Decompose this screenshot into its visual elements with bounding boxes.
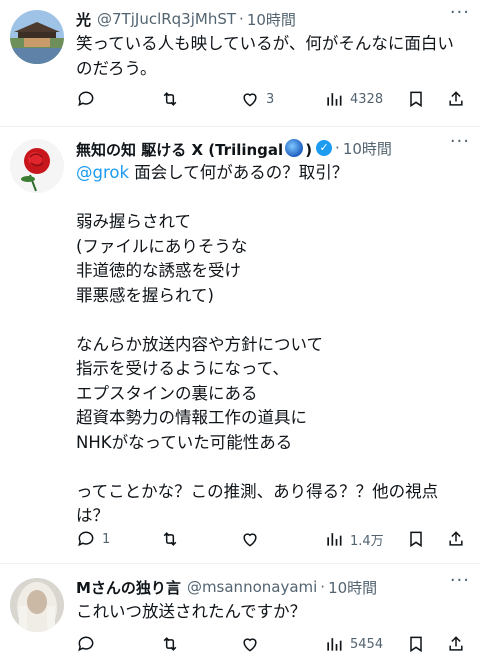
retweet-button[interactable] xyxy=(160,89,186,109)
share-button[interactable] xyxy=(446,634,466,654)
tweet-text-first-line: @grok 面会して何があるの？取引？ xyxy=(76,161,466,186)
share-icon xyxy=(449,531,463,546)
retweet-icon xyxy=(163,532,177,546)
reply-icon xyxy=(78,531,94,547)
tweet-actions: 1 1.4万 xyxy=(76,529,472,553)
bookmark-icon xyxy=(410,531,422,548)
tweet-text: 笑っている人も映しているが、何がそんなに面白いのだろう。 xyxy=(76,34,454,78)
like-icon xyxy=(243,638,257,652)
share-button[interactable] xyxy=(446,89,466,109)
tweet-text: 弱み握らされて (ファイルにありそうな 非道徳的な誘惑を受け 罪悪感を握られて)… xyxy=(76,212,439,525)
more-icon[interactable]: ··· xyxy=(450,2,470,23)
bookmark-button[interactable] xyxy=(406,529,426,549)
share-icon xyxy=(449,636,463,651)
mention-link[interactable]: @grok xyxy=(76,163,129,182)
like-button[interactable] xyxy=(240,634,266,654)
bookmark-button[interactable] xyxy=(406,634,426,654)
retweet-icon xyxy=(163,92,177,106)
handle[interactable]: @msannonayami xyxy=(187,578,317,596)
tweet-3-header: Mさんの独り言 @msannonayami · 10時間 xyxy=(76,574,440,600)
display-name-text: 無知の知 駆ける X (Trilingal xyxy=(76,140,284,159)
tweet-actions: 3 4328 xyxy=(76,89,472,113)
views-button[interactable]: 5454 xyxy=(324,634,383,654)
bookmark-button[interactable] xyxy=(406,89,426,109)
bookmark-icon xyxy=(410,636,422,653)
tweet-text-after-mention: 面会して何があるの？取引？ xyxy=(129,163,349,182)
views-icon xyxy=(327,93,342,106)
views-button[interactable]: 4328 xyxy=(324,89,383,109)
avatar-2[interactable] xyxy=(10,139,64,193)
tweet-1-header: 光 @7TjJuclRq3jMhST · 10時間 xyxy=(76,6,440,32)
avatar-1[interactable] xyxy=(10,10,64,64)
tweet-2-header: 無知の知 駆ける X (Trilingal) ✓ · 10時間 xyxy=(76,135,440,161)
dot-separator: · xyxy=(335,139,340,157)
views-count: 1.4万 xyxy=(350,533,384,549)
tweet-1[interactable]: 光 @7TjJuclRq3jMhST · 10時間 ··· 笑っている人も映して… xyxy=(0,0,480,125)
more-icon[interactable]: ··· xyxy=(450,570,470,591)
like-count: 3 xyxy=(266,91,275,107)
display-name[interactable]: 無知の知 駆ける X (Trilingal) xyxy=(76,137,312,160)
tweet-2[interactable]: 無知の知 駆ける X (Trilingal) ✓ · 10時間 ··· @gro… xyxy=(0,127,480,562)
views-icon xyxy=(327,638,342,651)
retweet-button[interactable] xyxy=(160,529,186,549)
like-icon xyxy=(243,93,257,107)
dot-separator: · xyxy=(239,10,244,28)
like-icon xyxy=(243,533,257,547)
reply-button[interactable] xyxy=(76,89,102,109)
dot-separator: · xyxy=(320,578,326,596)
timestamp[interactable]: 10時間 xyxy=(247,9,296,30)
share-button[interactable] xyxy=(446,529,466,549)
display-name[interactable]: 光 xyxy=(76,9,91,30)
reply-button[interactable]: 1 xyxy=(76,529,110,549)
like-button[interactable] xyxy=(240,529,266,549)
bookmark-icon xyxy=(410,91,422,108)
share-icon xyxy=(449,91,463,106)
tweet-3[interactable]: Mさんの独り言 @msannonayami · 10時間 ··· これいつ放送さ… xyxy=(0,564,480,665)
tweet-text: これいつ放送されたんですか？ xyxy=(76,602,307,621)
globe-emoji-icon xyxy=(285,138,304,157)
timestamp[interactable]: 10時間 xyxy=(328,577,377,598)
views-icon xyxy=(327,533,342,546)
verified-badge-icon[interactable]: ✓ xyxy=(316,140,333,156)
reply-button[interactable] xyxy=(76,634,102,654)
display-name[interactable]: Mさんの独り言 xyxy=(76,577,181,598)
display-name-close: ) xyxy=(305,140,313,159)
handle[interactable]: @7TjJuclRq3jMhST xyxy=(97,10,236,28)
like-button[interactable]: 3 xyxy=(240,89,274,109)
views-count: 5454 xyxy=(350,636,384,652)
timestamp[interactable]: 10時間 xyxy=(343,138,392,159)
reply-icon xyxy=(78,636,94,652)
reply-icon xyxy=(78,91,94,107)
views-count: 4328 xyxy=(350,91,384,107)
reply-count: 1 xyxy=(102,531,111,547)
views-button[interactable]: 1.4万 xyxy=(324,529,384,549)
tweet-actions: 5454 xyxy=(76,634,472,658)
retweet-icon xyxy=(163,637,177,651)
retweet-button[interactable] xyxy=(160,634,186,654)
avatar-3[interactable] xyxy=(10,578,64,632)
more-icon[interactable]: ··· xyxy=(450,131,470,152)
